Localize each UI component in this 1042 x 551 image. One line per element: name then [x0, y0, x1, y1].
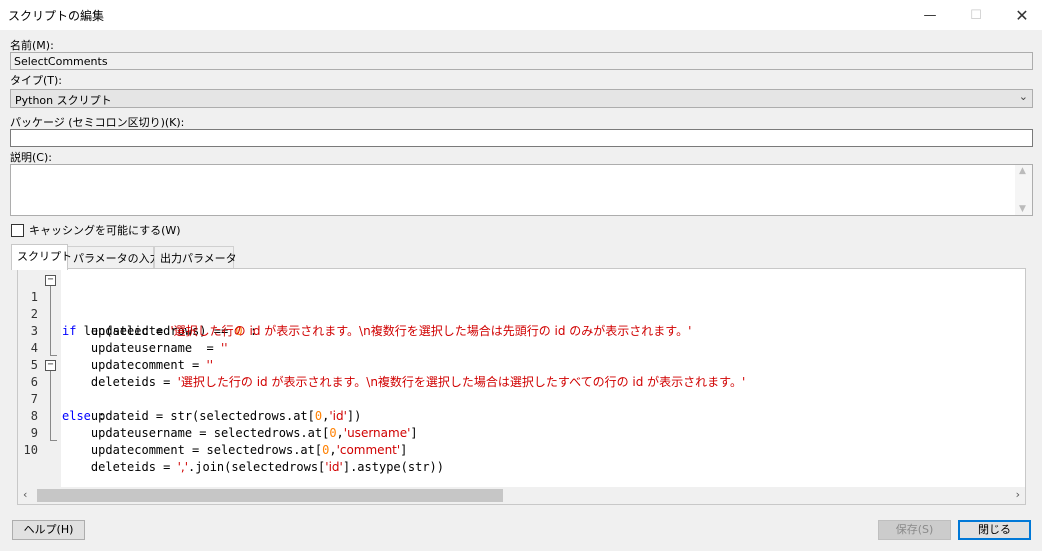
name-field[interactable]: SelectComments: [10, 52, 1033, 70]
minimize-icon: —: [923, 7, 937, 23]
package-label: パッケージ (セミコロン区切り)(K):: [10, 116, 185, 129]
chevron-right-icon[interactable]: ›: [1016, 488, 1020, 501]
type-select[interactable]: Python スクリプト ⌄: [10, 89, 1033, 108]
save-button[interactable]: 保存(S): [878, 520, 951, 540]
type-select-value: Python スクリプト: [15, 94, 112, 107]
close-icon: ✕: [1015, 5, 1029, 25]
caching-option[interactable]: キャッシングを可能にする(W): [11, 222, 181, 238]
close-button[interactable]: 閉じる: [958, 520, 1031, 540]
code-line: 4 updatecomment = '': [18, 323, 1025, 372]
chevron-up-icon[interactable]: ▲: [1019, 166, 1026, 176]
caching-label: キャッシングを可能にする(W): [29, 224, 181, 237]
code-line: 8 updateusername = selectedrows.at[0,'us…: [18, 391, 1025, 440]
horizontal-scrollbar[interactable]: ‹ ›: [18, 487, 1025, 504]
code-line: 9 updatecomment = selectedrows.at[0,'com…: [18, 408, 1025, 457]
maximize-button[interactable]: ☐: [953, 0, 999, 30]
title-bar: スクリプトの編集 — ☐ ✕: [0, 0, 1042, 30]
tab-script[interactable]: スクリプト: [11, 244, 72, 270]
code-line: 10 deleteids = ','.join(selectedrows['id…: [18, 425, 1025, 474]
description-label: 説明(C):: [10, 151, 52, 164]
chevron-down-icon[interactable]: ▼: [1019, 204, 1026, 214]
minimize-button[interactable]: —: [907, 0, 953, 30]
tab-output-parameters[interactable]: 出力パラメータ: [154, 246, 237, 268]
line-number: 10: [23, 443, 38, 457]
code-line: 2 updateid = '選択した行の id が表示されます。\n複数行を選択…: [18, 289, 1025, 338]
description-field[interactable]: ▲ ▼: [10, 164, 1033, 216]
name-label: 名前(M):: [10, 39, 54, 52]
tab-input-parameters[interactable]: パラメータの入力: [67, 246, 161, 268]
code-line: 3 updateusername = '': [18, 306, 1025, 355]
code-line: 5 deleteids = '選択した行の id が表示されます。\n複数行を選…: [18, 340, 1025, 389]
fold-toggle-icon[interactable]: −: [45, 275, 56, 286]
code-text: deleteids = ','.join(selectedrows['id'].…: [62, 460, 445, 474]
code-line: 7 updateid = str(selectedrows.at[0,'id']…: [18, 374, 1025, 423]
scrollbar-thumb[interactable]: [37, 489, 503, 502]
maximize-icon: ☐: [970, 7, 982, 23]
code-text: updatecomment = selectedrows.at[0,'comme…: [62, 443, 408, 457]
chevron-down-icon: ⌄: [1018, 90, 1028, 103]
close-window-button[interactable]: ✕: [999, 0, 1042, 30]
code-line: 1 − if len(selectedrows) == 0 :: [18, 272, 1025, 339]
description-scrollbar[interactable]: ▲ ▼: [1015, 165, 1032, 215]
window-title: スクリプトの編集: [8, 9, 105, 23]
chevron-left-icon[interactable]: ‹: [23, 488, 27, 501]
code-editor[interactable]: 1 − if len(selectedrows) == 0 : 2 update…: [17, 268, 1026, 505]
help-button[interactable]: ヘルプ(H): [12, 520, 85, 540]
package-field[interactable]: [10, 129, 1033, 147]
code-line: 6 − else :: [18, 357, 1025, 424]
fold-toggle-icon[interactable]: −: [45, 360, 56, 371]
caching-checkbox[interactable]: [11, 223, 24, 237]
type-label: タイプ(T):: [10, 74, 63, 87]
